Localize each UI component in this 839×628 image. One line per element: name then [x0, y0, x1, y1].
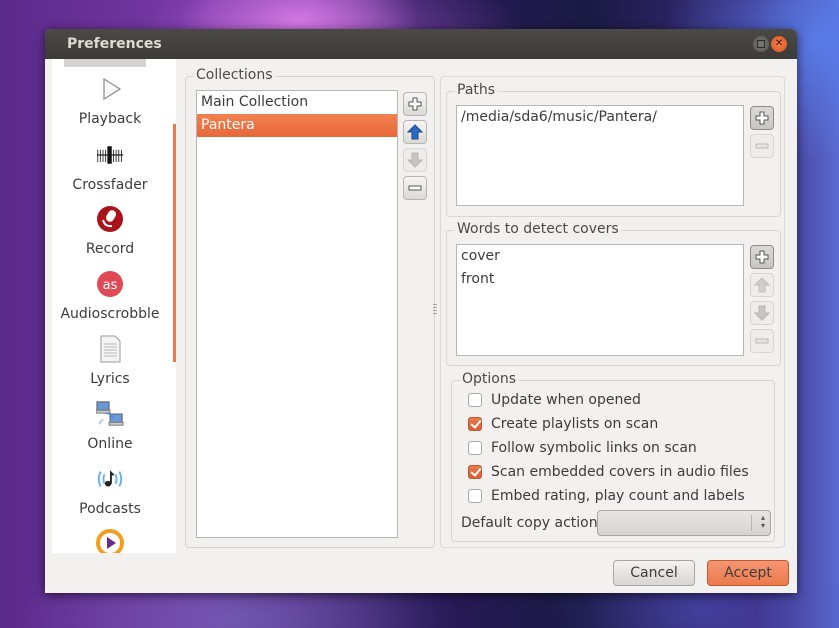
- cover-word-row[interactable]: cover: [457, 245, 743, 268]
- collection-row-main[interactable]: Main Collection: [197, 91, 397, 114]
- paths-title: Paths: [455, 82, 498, 98]
- podcast-icon: [97, 470, 123, 487]
- paths-group: Paths /media/sda6/music/Pantera/: [446, 82, 781, 217]
- sidebar-item-partial[interactable]: [52, 529, 168, 553]
- sidebar-item-label: Lyrics: [90, 371, 130, 387]
- close-icon: ✕: [774, 38, 784, 49]
- checkbox[interactable]: [468, 417, 482, 431]
- pane-resize-handle[interactable]: [433, 304, 437, 318]
- remove-icon: [755, 143, 769, 149]
- lastfm-icon: as: [97, 271, 123, 297]
- play-icon: [103, 77, 122, 101]
- sidebar[interactable]: Playback Crossfader Record as Audioscrob…: [52, 59, 176, 553]
- sidebar-scrollbar[interactable]: [173, 124, 176, 362]
- path-row[interactable]: /media/sda6/music/Pantera/: [457, 106, 743, 129]
- sidebar-item-label: Playback: [78, 111, 142, 127]
- add-icon: [755, 250, 769, 264]
- remove-icon: [408, 185, 422, 191]
- checkbox-label: Update when opened: [491, 392, 641, 408]
- maximize-icon: [757, 40, 765, 48]
- sidebar-item-playback[interactable]: Playback: [52, 75, 168, 127]
- add-icon: [408, 97, 422, 111]
- arrow-down-icon: [407, 152, 423, 168]
- options-group: Options Update when opened Create playli…: [451, 371, 775, 542]
- move-cover-word-up-button[interactable]: [750, 273, 774, 297]
- update-when-opened-checkbox[interactable]: Update when opened: [468, 390, 641, 410]
- sidebar-item-record[interactable]: Record: [52, 205, 168, 257]
- follow-symlinks-checkbox[interactable]: Follow symbolic links on scan: [468, 438, 697, 458]
- default-copy-action-select[interactable]: ▴ ▾: [597, 510, 771, 536]
- accept-button[interactable]: Accept: [707, 560, 789, 586]
- checkbox[interactable]: [468, 441, 482, 455]
- preferences-dialog: Preferences ✕ Playback Crossfader Record…: [45, 29, 797, 593]
- sidebar-item-label: Record: [85, 241, 135, 257]
- sidebar-item-crossfader[interactable]: Crossfader: [52, 141, 168, 193]
- sidebar-item-podcasts[interactable]: Podcasts: [52, 465, 168, 517]
- remove-path-button[interactable]: [750, 134, 774, 158]
- add-cover-word-button[interactable]: [750, 245, 774, 269]
- add-icon: [755, 111, 769, 125]
- default-copy-action-label: Default copy action: [461, 515, 598, 531]
- add-collection-button[interactable]: [403, 92, 427, 116]
- sidebar-item-audioscrobble[interactable]: as Audioscrobble: [52, 270, 168, 322]
- move-collection-down-button[interactable]: [403, 148, 427, 172]
- arrow-down-icon: [754, 305, 770, 321]
- svg-text:as: as: [103, 278, 118, 293]
- checkbox-label: Follow symbolic links on scan: [491, 440, 697, 456]
- embed-rating-checkbox[interactable]: Embed rating, play count and labels: [468, 486, 745, 506]
- record-microphone-icon: [97, 206, 123, 232]
- collections-group: Collections Main Collection Pantera: [185, 67, 435, 548]
- add-path-button[interactable]: [750, 106, 774, 130]
- sidebar-item-lyrics[interactable]: Lyrics: [52, 335, 168, 387]
- crossfader-slider-icon: [96, 146, 124, 164]
- options-title: Options: [460, 371, 519, 387]
- media-play-circle-icon: [96, 529, 124, 553]
- cover-words-title: Words to detect covers: [455, 221, 621, 237]
- arrow-up-icon: [407, 124, 423, 140]
- collection-row-pantera[interactable]: Pantera: [197, 114, 397, 137]
- cover-word-row[interactable]: front: [457, 268, 743, 291]
- checkbox[interactable]: [468, 393, 482, 407]
- cover-words-list[interactable]: cover front: [456, 244, 744, 356]
- cover-words-group: Words to detect covers cover front: [446, 221, 781, 366]
- sidebar-item-label: Podcasts: [79, 501, 141, 517]
- create-playlists-checkbox[interactable]: Create playlists on scan: [468, 414, 658, 434]
- remove-cover-word-button[interactable]: [750, 329, 774, 353]
- move-cover-word-down-button[interactable]: [750, 301, 774, 325]
- collections-list[interactable]: Main Collection Pantera: [196, 90, 398, 538]
- maximize-button[interactable]: [753, 36, 769, 52]
- move-collection-up-button[interactable]: [403, 120, 427, 144]
- collections-title: Collections: [194, 67, 275, 83]
- scan-embedded-covers-checkbox[interactable]: Scan embedded covers in audio files: [468, 462, 749, 482]
- checkbox[interactable]: [468, 465, 482, 479]
- checkbox-label: Scan embedded covers in audio files: [491, 464, 749, 480]
- close-button[interactable]: ✕: [771, 36, 787, 52]
- title-bar[interactable]: Preferences ✕: [45, 29, 797, 59]
- remove-icon: [755, 338, 769, 344]
- document-icon: [100, 335, 121, 363]
- sidebar-item-online[interactable]: Online: [52, 400, 168, 452]
- cancel-button[interactable]: Cancel: [613, 560, 695, 586]
- checkbox-label: Create playlists on scan: [491, 416, 659, 432]
- checkbox[interactable]: [468, 489, 482, 503]
- sidebar-item-label: Online: [87, 436, 133, 452]
- network-computers-icon: [96, 401, 124, 426]
- remove-collection-button[interactable]: [403, 176, 427, 200]
- arrow-up-icon: [754, 277, 770, 293]
- spin-arrows-icon: ▴ ▾: [760, 513, 765, 530]
- checkbox-label: Embed rating, play count and labels: [491, 488, 745, 504]
- sidebar-item-label: Crossfader: [72, 177, 148, 193]
- sidebar-item-label: Audioscrobble: [60, 306, 160, 322]
- sidebar-item-collection-partial: [64, 59, 146, 67]
- window-title: Preferences: [67, 36, 162, 52]
- paths-list[interactable]: /media/sda6/music/Pantera/: [456, 105, 744, 206]
